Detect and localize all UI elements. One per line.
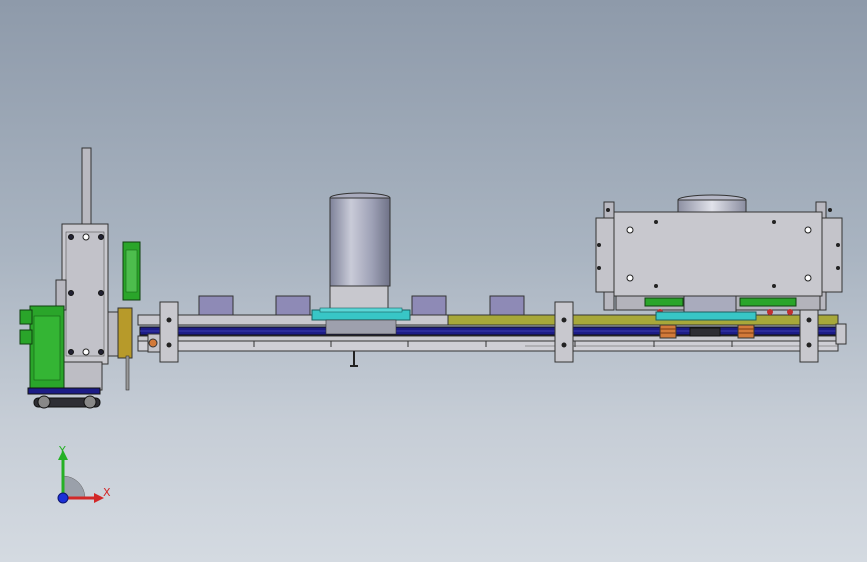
bolt-icon <box>68 349 74 355</box>
left-actuator-assembly <box>19 147 125 409</box>
spring-icon <box>737 324 755 339</box>
coordinate-triad: Y X <box>57 444 111 504</box>
bolt-icon <box>98 290 104 296</box>
sensor-module <box>117 241 141 391</box>
bolt-icon <box>82 233 90 241</box>
bolt-icon <box>68 234 74 240</box>
green-motor-rib <box>33 315 61 381</box>
x-axis-label: X <box>103 486 111 499</box>
conveyor-frame <box>137 314 847 367</box>
green-pcb-right <box>739 297 797 307</box>
cad-viewport[interactable] <box>0 0 867 562</box>
motor-connector <box>19 329 33 345</box>
bolt-icon <box>804 274 812 282</box>
y-axis-label: Y <box>58 444 66 457</box>
actuator-lower-block <box>63 361 103 391</box>
product-block <box>198 295 234 316</box>
product-block <box>411 295 447 316</box>
roller-spring-icon <box>148 338 158 348</box>
end-cap-right <box>835 323 847 345</box>
product-block <box>489 295 525 316</box>
bolt-icon <box>626 226 634 234</box>
drive-side-plate-right <box>821 217 843 293</box>
bolt-icon <box>68 290 74 296</box>
drive-gear-block <box>683 295 737 313</box>
bolt-icon <box>82 348 90 356</box>
bolt-icon <box>98 234 104 240</box>
belt-tensioner <box>689 327 721 337</box>
bolt-icon <box>626 274 634 282</box>
cyan-plate-top <box>319 307 403 313</box>
motor-connector <box>19 309 33 325</box>
drive-cyan-plate <box>655 311 757 321</box>
green-pcb-left <box>644 297 684 307</box>
drive-side-plate-left <box>595 217 617 293</box>
stand-plate-right <box>799 301 819 363</box>
stand-plate-mid <box>554 301 574 363</box>
pulley-icon <box>37 395 51 409</box>
product-block <box>275 295 311 316</box>
motor-base-blue <box>27 387 101 395</box>
sensor-green-face <box>125 249 138 293</box>
olive-rail <box>447 314 839 326</box>
bolt-icon <box>804 226 812 234</box>
sensor-stand <box>117 307 133 359</box>
spring-icon <box>659 324 677 339</box>
stand-plate-left <box>159 301 179 363</box>
bolt-icon <box>98 349 104 355</box>
center-shaft <box>325 319 397 335</box>
z-axis-dot <box>57 492 69 504</box>
center-cylinder-unit <box>311 192 411 335</box>
sensor-probe <box>125 355 130 391</box>
lower-rail <box>137 335 839 342</box>
cylinder-body <box>329 197 391 287</box>
drive-housing <box>613 211 823 297</box>
pulley-icon <box>83 395 97 409</box>
vertical-rod <box>81 147 92 227</box>
